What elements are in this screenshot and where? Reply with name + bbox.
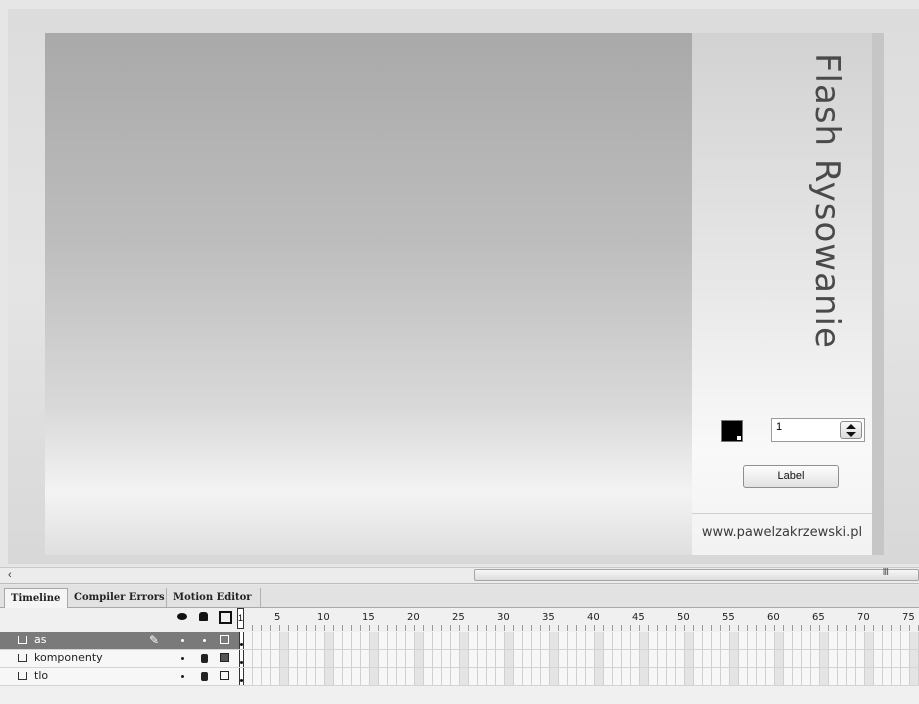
layer-icon bbox=[18, 654, 27, 662]
timeline-panel: Timeline Compiler Errors Motion Editor 1… bbox=[0, 585, 919, 704]
pencil-icon: ✎ bbox=[149, 633, 160, 647]
frame-number: 55 bbox=[722, 612, 735, 623]
layer-name[interactable]: as bbox=[34, 633, 46, 646]
layer-name[interactable]: tlo bbox=[34, 669, 48, 682]
divider bbox=[692, 513, 872, 514]
lock-icon[interactable] bbox=[199, 612, 208, 621]
tab-compiler-errors[interactable]: Compiler Errors bbox=[68, 588, 167, 607]
stepper-value: 1 bbox=[776, 421, 783, 433]
outline-toggle[interactable] bbox=[220, 653, 229, 662]
color-picker[interactable] bbox=[721, 420, 743, 442]
frame-number: 50 bbox=[677, 612, 690, 623]
frame-number: 25 bbox=[452, 612, 465, 623]
frame-number: 30 bbox=[497, 612, 510, 623]
layer-icon bbox=[18, 672, 27, 680]
frame-ruler[interactable]: 5 10 15 20 25 30 35 40 45 50 55 60 65 70… bbox=[244, 612, 919, 624]
arrow-up-icon[interactable] bbox=[846, 424, 856, 429]
frame-number: 10 bbox=[317, 612, 330, 623]
frame-number: 45 bbox=[632, 612, 645, 623]
scroll-left-icon[interactable]: ‹ bbox=[8, 569, 12, 581]
lock-icon[interactable] bbox=[201, 672, 208, 681]
arrow-down-icon[interactable] bbox=[846, 432, 856, 437]
visibility-toggle[interactable] bbox=[181, 675, 184, 678]
stage[interactable]: Flash Rysowanie 1 Label www.pawelzakrzew… bbox=[45, 33, 884, 555]
website-link: www.pawelzakrzewski.pl bbox=[701, 525, 863, 540]
layer-name[interactable]: komponenty bbox=[34, 651, 103, 664]
work-area: Flash Rysowanie 1 Label www.pawelzakrzew… bbox=[8, 9, 919, 564]
app-title: Flash Rysowanie bbox=[807, 53, 847, 349]
frame-number: 60 bbox=[767, 612, 780, 623]
layer-row-as[interactable]: as ✎ bbox=[0, 632, 919, 650]
lock-icon[interactable] bbox=[201, 654, 208, 663]
frame-number: 35 bbox=[542, 612, 555, 623]
outline-icon[interactable] bbox=[219, 611, 232, 624]
frame-track[interactable] bbox=[244, 632, 919, 649]
frame-ticks bbox=[244, 625, 919, 631]
layer-row-komponenty[interactable]: komponenty bbox=[0, 650, 919, 668]
lock-toggle[interactable] bbox=[203, 639, 206, 642]
outline-toggle[interactable] bbox=[220, 671, 229, 680]
label-button[interactable]: Label bbox=[743, 465, 839, 488]
frame-number: 40 bbox=[587, 612, 600, 623]
horizontal-scrollbar[interactable]: ‹ III bbox=[0, 567, 919, 584]
frame-track[interactable] bbox=[244, 668, 919, 685]
tab-timeline[interactable]: Timeline bbox=[4, 588, 68, 608]
outline-toggle[interactable] bbox=[220, 635, 229, 644]
line-width-stepper[interactable]: 1 bbox=[771, 418, 865, 442]
frame-number: 20 bbox=[407, 612, 420, 623]
grip-icon: III bbox=[882, 567, 889, 578]
scrollbar-thumb[interactable]: III bbox=[474, 567, 919, 581]
frame-number: 5 bbox=[274, 612, 281, 623]
visibility-toggle[interactable] bbox=[181, 657, 184, 660]
panel-tabs: Timeline Compiler Errors Motion Editor bbox=[0, 585, 919, 608]
frame-number: 15 bbox=[362, 612, 375, 623]
layer-row-tlo[interactable]: tlo bbox=[0, 668, 919, 686]
frame-number: 70 bbox=[857, 612, 870, 623]
tools-panel: Flash Rysowanie 1 Label www.pawelzakrzew… bbox=[692, 33, 872, 555]
eye-icon[interactable] bbox=[177, 613, 187, 620]
timeline-header: 1 5 10 15 20 25 30 35 40 45 50 55 60 65 … bbox=[0, 608, 919, 632]
tab-motion-editor[interactable]: Motion Editor bbox=[167, 588, 261, 607]
stepper-buttons[interactable] bbox=[840, 421, 862, 439]
playhead[interactable]: 1 bbox=[237, 608, 244, 629]
frame-number: 65 bbox=[812, 612, 825, 623]
frame-track[interactable] bbox=[244, 650, 919, 667]
frame-number: 75 bbox=[902, 612, 915, 623]
layer-list: as ✎ komponenty tlo bbox=[0, 632, 919, 686]
layer-icon bbox=[18, 636, 27, 644]
visibility-toggle[interactable] bbox=[181, 639, 184, 642]
drawing-canvas[interactable] bbox=[45, 33, 692, 555]
stage-edge bbox=[872, 33, 884, 555]
